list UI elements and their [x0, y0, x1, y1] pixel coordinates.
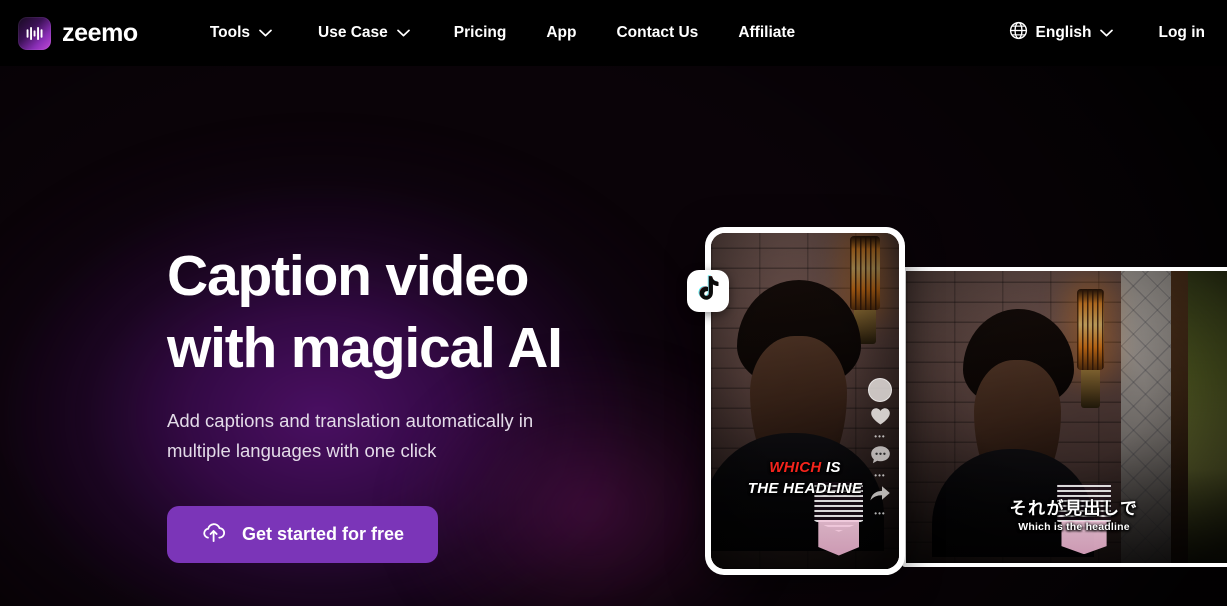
caption-rest-word: IS — [821, 459, 841, 476]
hero-subheading: Add captions and translation automatical… — [167, 410, 534, 461]
caption-line-1: WHICH IS — [711, 458, 899, 477]
subtitle-english: Which is the headline — [1018, 521, 1130, 533]
tiktok-icon — [696, 275, 721, 308]
hero-heading-line-2: with magical AI — [167, 316, 563, 380]
landscape-video-frame: それが見出しで Which is the headline — [906, 271, 1227, 563]
phone-video-preview[interactable]: ••• ••• ••• WHICH IS THE HEADLINE — [705, 227, 905, 575]
get-started-button[interactable]: Get started for free — [167, 506, 439, 563]
nav-item-label: Affiliate — [738, 24, 796, 41]
get-started-button-label: Get started for free — [242, 524, 405, 544]
brand-logo[interactable]: zeemo — [18, 16, 138, 50]
nav-item-label: Tools — [209, 24, 250, 41]
landing-page: zeemo Tools Use Case Pricing App Contact… — [0, 0, 1227, 606]
nav-item-contact-us[interactable]: Contact Us — [616, 16, 698, 50]
avatar[interactable] — [868, 378, 892, 402]
tiktok-badge[interactable] — [687, 270, 729, 312]
top-navigation-bar: zeemo Tools Use Case Pricing App Contact… — [0, 0, 1227, 66]
page-title: Caption video with magical AI — [167, 240, 687, 384]
like-button[interactable]: ••• — [870, 407, 891, 441]
caption-highlight-word: WHICH — [769, 459, 822, 476]
heart-icon — [870, 407, 891, 431]
nav-item-label: Contact Us — [616, 24, 699, 41]
nav-item-use-case[interactable]: Use Case — [318, 16, 410, 50]
rail-dots-label: ••• — [874, 509, 886, 518]
language-selector[interactable]: English — [1009, 21, 1113, 45]
nav-right-section: English Log in — [1009, 21, 1205, 45]
avatar-icon — [868, 378, 892, 402]
nav-item-pricing[interactable]: Pricing — [454, 16, 507, 50]
language-label: English — [1035, 24, 1092, 41]
nav-links: Tools Use Case Pricing App Contact Us Af… — [210, 16, 835, 50]
subtitle-japanese: それが見出しで — [1009, 499, 1139, 518]
login-button[interactable]: Log in — [1159, 24, 1206, 42]
globe-icon — [1009, 21, 1028, 45]
chevron-down-icon — [1099, 24, 1113, 42]
nav-item-tools[interactable]: Tools — [210, 16, 272, 50]
landscape-subtitle-group: それが見出しで Which is the headline — [906, 494, 1227, 533]
hero-section: Caption video with magical AI Add captio… — [167, 240, 687, 563]
nav-item-label: App — [546, 24, 577, 41]
nav-item-label: Use Case — [318, 24, 388, 41]
nav-item-affiliate[interactable]: Affiliate — [738, 16, 795, 50]
hero-heading-line-1: Caption video — [167, 244, 529, 308]
chevron-down-icon — [396, 24, 410, 42]
landscape-video-preview[interactable]: それが見出しで Which is the headline — [902, 267, 1227, 567]
nav-item-app[interactable]: App — [546, 16, 576, 50]
chevron-down-icon — [259, 24, 272, 42]
caption-line-2: THE HEADLINE — [747, 480, 863, 497]
phone-screen: ••• ••• ••• WHICH IS THE HEADLINE — [711, 233, 899, 569]
brand-name: zeemo — [62, 18, 138, 47]
cloud-upload-icon — [201, 522, 226, 548]
phone-caption-group: WHICH IS THE HEADLINE — [711, 458, 899, 499]
waveform-icon — [18, 16, 51, 50]
rail-dots-label: ••• — [874, 432, 886, 441]
nav-item-label: Pricing — [453, 24, 507, 41]
